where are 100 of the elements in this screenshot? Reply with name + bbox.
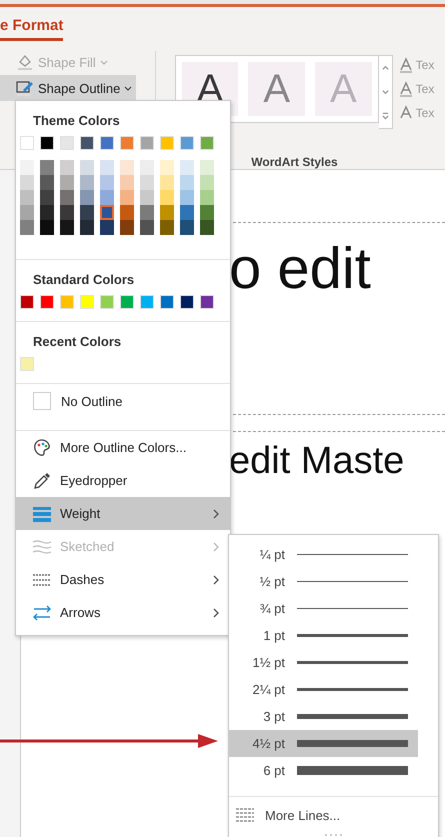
color-swatch[interactable]: [140, 190, 154, 205]
menu-item[interactable]: More Outline Colors...: [16, 431, 230, 464]
color-swatch[interactable]: [200, 160, 214, 175]
color-swatch[interactable]: [180, 136, 194, 150]
color-swatch[interactable]: [200, 220, 214, 235]
color-swatch[interactable]: [160, 175, 174, 190]
color-swatch[interactable]: [180, 175, 194, 190]
color-swatch[interactable]: [100, 175, 114, 190]
color-swatch[interactable]: [180, 220, 194, 235]
color-swatch[interactable]: [80, 160, 94, 175]
weight-option[interactable]: ½ pt: [229, 568, 438, 595]
checkbox[interactable]: [33, 392, 51, 410]
paint-bucket-icon: [16, 53, 34, 71]
section-heading: Recent Colors: [32, 333, 122, 351]
color-swatch[interactable]: [60, 295, 74, 309]
color-swatch[interactable]: [20, 357, 34, 371]
menu-item[interactable]: More Lines...: [229, 801, 438, 829]
color-swatch[interactable]: [20, 295, 34, 309]
letter-a-icon: [398, 105, 413, 121]
weight-option[interactable]: ¾ pt: [229, 595, 438, 622]
shape-outline-button[interactable]: Shape Outline: [0, 75, 136, 101]
color-swatch[interactable]: [60, 160, 74, 175]
color-swatch[interactable]: [60, 220, 74, 235]
weight-option[interactable]: 1 pt: [229, 622, 438, 649]
color-swatch[interactable]: [140, 295, 154, 309]
color-swatch[interactable]: [160, 190, 174, 205]
color-swatch[interactable]: [200, 136, 214, 150]
color-swatch[interactable]: [160, 220, 174, 235]
color-swatch[interactable]: [120, 295, 134, 309]
section-heading: Standard Colors: [32, 271, 136, 289]
color-swatch[interactable]: [100, 160, 114, 175]
color-swatch[interactable]: [40, 295, 54, 309]
color-swatch[interactable]: [60, 175, 74, 190]
color-swatch[interactable]: [200, 175, 214, 190]
weight-option[interactable]: 4½ pt: [229, 730, 418, 757]
color-swatch[interactable]: [200, 190, 214, 205]
menu-item[interactable]: Eyedropper: [16, 464, 230, 497]
color-swatch[interactable]: [80, 295, 94, 309]
slide-title-text[interactable]: o edit: [229, 235, 445, 302]
resize-grip-icon[interactable]: [324, 833, 344, 837]
color-swatch[interactable]: [40, 136, 54, 150]
color-swatch[interactable]: [20, 205, 34, 220]
color-swatch[interactable]: [40, 160, 54, 175]
color-swatch[interactable]: [140, 220, 154, 235]
color-swatch[interactable]: [180, 160, 194, 175]
color-swatch[interactable]: [120, 175, 134, 190]
color-swatch[interactable]: [180, 295, 194, 309]
weight-option[interactable]: ¼ pt: [229, 541, 438, 568]
color-swatch[interactable]: [100, 190, 114, 205]
color-swatch[interactable]: [120, 160, 134, 175]
color-swatch[interactable]: [60, 205, 74, 220]
color-swatch[interactable]: [180, 190, 194, 205]
weight-option[interactable]: 2¼ pt: [229, 676, 438, 703]
caret-icon: [124, 86, 132, 90]
format-tab[interactable]: e Format: [0, 7, 64, 41]
color-swatch[interactable]: [20, 160, 34, 175]
gallery-scrollbar[interactable]: [378, 55, 393, 129]
color-swatch[interactable]: [100, 136, 114, 150]
color-swatch[interactable]: [140, 136, 154, 150]
color-swatch[interactable]: [160, 136, 174, 150]
color-swatch[interactable]: [80, 136, 94, 150]
color-swatch[interactable]: [140, 160, 154, 175]
color-swatch[interactable]: [40, 220, 54, 235]
menu-item[interactable]: Arrows: [16, 596, 230, 629]
color-swatch[interactable]: [60, 190, 74, 205]
color-swatch[interactable]: [80, 175, 94, 190]
color-swatch[interactable]: [40, 205, 54, 220]
color-swatch[interactable]: [60, 136, 74, 150]
color-swatch[interactable]: [180, 205, 194, 220]
color-swatch[interactable]: [40, 190, 54, 205]
weight-option[interactable]: 1½ pt: [229, 649, 438, 676]
color-swatch[interactable]: [140, 175, 154, 190]
color-swatch[interactable]: [20, 190, 34, 205]
color-swatch[interactable]: [20, 220, 34, 235]
color-swatch[interactable]: [160, 160, 174, 175]
color-swatch[interactable]: [200, 205, 214, 220]
color-swatch[interactable]: [20, 175, 34, 190]
menu-item[interactable]: Weight: [16, 497, 230, 530]
color-swatch[interactable]: [20, 136, 34, 150]
color-swatch[interactable]: [120, 136, 134, 150]
color-swatch[interactable]: [200, 295, 214, 309]
weight-option[interactable]: 6 pt: [229, 757, 438, 784]
color-swatch[interactable]: [100, 220, 114, 235]
color-swatch[interactable]: [40, 175, 54, 190]
menu-item[interactable]: No Outline: [16, 384, 230, 418]
color-swatch[interactable]: [120, 205, 134, 220]
color-swatch[interactable]: [140, 205, 154, 220]
color-swatch[interactable]: [120, 190, 134, 205]
color-swatch[interactable]: [100, 205, 114, 220]
color-swatch[interactable]: [160, 295, 174, 309]
color-swatch[interactable]: [80, 205, 94, 220]
color-swatch[interactable]: [120, 220, 134, 235]
letter-a-icon: [398, 57, 413, 73]
color-swatch[interactable]: [160, 205, 174, 220]
weight-option[interactable]: 3 pt: [229, 703, 438, 730]
color-swatch[interactable]: [100, 295, 114, 309]
menu-item[interactable]: Dashes: [16, 563, 230, 596]
color-swatch[interactable]: [80, 190, 94, 205]
slide-body-text[interactable]: edit Maste: [229, 440, 445, 483]
color-swatch[interactable]: [80, 220, 94, 235]
